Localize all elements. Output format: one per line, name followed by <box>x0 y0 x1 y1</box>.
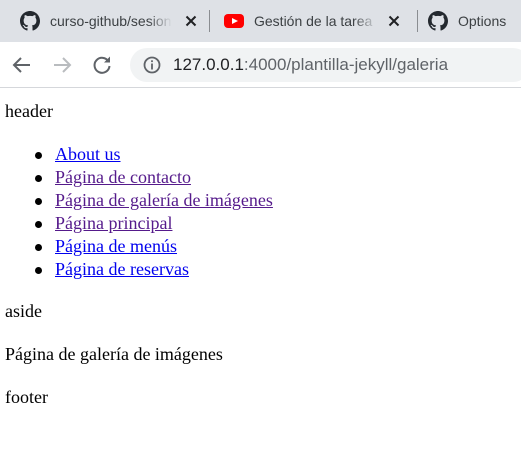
nav-item: Página de reservas <box>0 258 273 281</box>
main-text: Página de galería de imágenes <box>5 344 223 364</box>
tab-title: Gestión de la tarea <box>254 13 373 29</box>
back-arrow-icon[interactable] <box>10 53 34 77</box>
url-path: :4000/plantilla-jekyll/galeria <box>243 55 449 74</box>
youtube-icon <box>224 14 244 28</box>
github-icon <box>20 11 40 31</box>
nav-item: Página de contacto <box>0 166 273 189</box>
nav-link-about-us[interactable]: About us <box>55 144 121 164</box>
tab-title: curso-github/sesion <box>50 13 172 29</box>
bullet <box>35 175 42 182</box>
nav-link-principal[interactable]: Página principal <box>55 213 172 233</box>
nav-link-contacto[interactable]: Página de contacto <box>55 167 191 187</box>
tab-strip: curso-github/sesion Gestión de la tarea … <box>0 0 521 42</box>
info-icon[interactable] <box>142 55 162 75</box>
forward-arrow-icon[interactable] <box>50 53 74 77</box>
nav-item: About us <box>0 143 273 166</box>
url-host: 127.0.0.1 <box>173 55 244 74</box>
browser-toolbar: 127.0.0.1:4000/plantilla-jekyll/galeria <box>0 42 521 88</box>
page-content: header About us Página de contacto Págin… <box>0 89 521 458</box>
tab-title: Options <box>458 13 507 29</box>
bullet <box>35 221 42 228</box>
header-text: header <box>5 101 53 121</box>
tab-options[interactable]: Options <box>418 0 521 42</box>
reload-icon[interactable] <box>90 53 114 77</box>
nav-item: Página principal <box>0 212 273 235</box>
nav-link-menus[interactable]: Página de menús <box>55 236 177 256</box>
close-icon[interactable] <box>386 13 402 29</box>
bullet <box>35 198 42 205</box>
github-icon <box>428 11 448 31</box>
tab-gestion-tarea[interactable]: Gestión de la tarea <box>210 0 417 42</box>
nav-link-galeria[interactable]: Página de galería de imágenes <box>55 190 273 210</box>
tab-curso-github[interactable]: curso-github/sesion <box>0 0 208 42</box>
nav-item: Página de menús <box>0 235 273 258</box>
bullet <box>35 244 42 251</box>
bullet <box>35 152 42 159</box>
nav-list: About us Página de contacto Página de ga… <box>0 143 273 281</box>
footer-text: footer <box>5 387 48 407</box>
nav-link-reservas[interactable]: Página de reservas <box>55 259 189 279</box>
address-bar[interactable]: 127.0.0.1:4000/plantilla-jekyll/galeria <box>130 48 521 82</box>
close-icon[interactable] <box>183 13 199 29</box>
bullet <box>35 267 42 274</box>
nav-item: Página de galería de imágenes <box>0 189 273 212</box>
url-text: 127.0.0.1:4000/plantilla-jekyll/galeria <box>173 55 448 75</box>
aside-text: aside <box>5 301 42 321</box>
